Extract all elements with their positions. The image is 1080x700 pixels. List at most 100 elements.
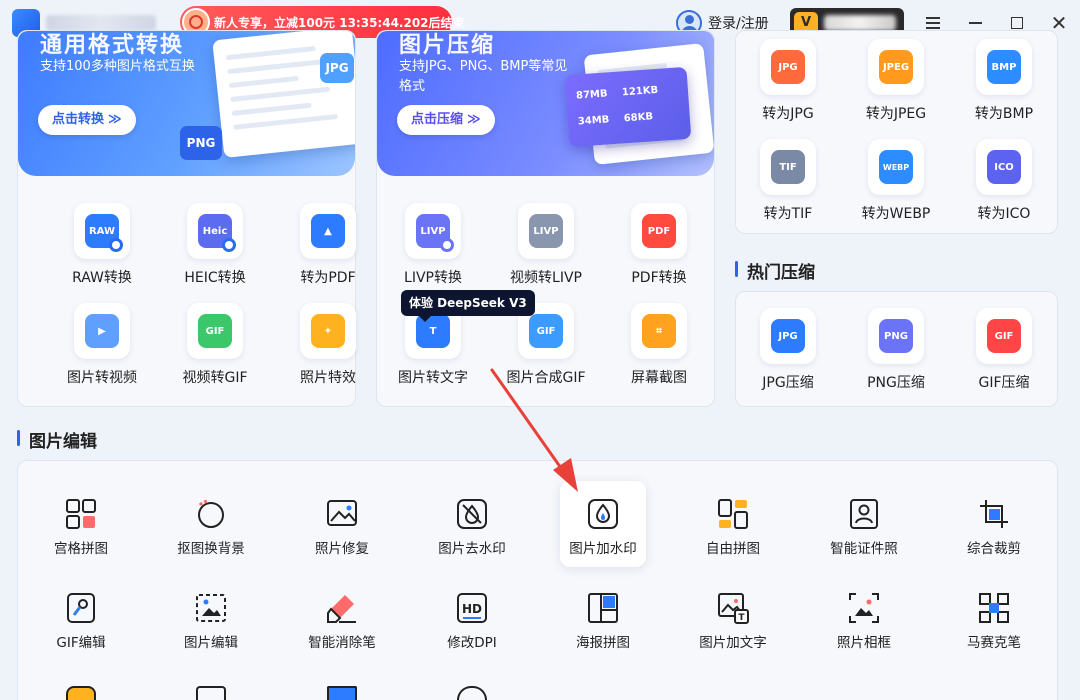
tool-label: GIF编辑 [56, 635, 106, 651]
tool-video-to-livp[interactable]: LIVP 视频转LIVP [490, 203, 602, 287]
tool-photo-effects[interactable]: ✦ 照片特效 [272, 303, 384, 387]
bmp-file-icon: BMP [976, 39, 1032, 95]
stat-value: 121KB [621, 84, 659, 99]
tool-label: GIF压缩 [978, 375, 1030, 391]
tool-label: 图片转视频 [67, 370, 137, 386]
image-edit-icon [194, 591, 228, 625]
pdf-convert-icon: PDF [631, 203, 687, 259]
tool-label: 宫格拼图 [54, 541, 108, 557]
compress-now-label: 点击压缩 [411, 112, 464, 127]
tool-to-webp[interactable]: WEBP 转为WEBP [840, 139, 952, 223]
tool-cutout-background[interactable]: 抠图换背景 [149, 497, 273, 557]
png-compress-icon: PNG [868, 308, 924, 364]
tool-label: 照片修复 [315, 541, 369, 557]
convert-to-panel: JPG 转为JPG JPEG 转为JPEG BMP 转为BMP TIF 转为TI… [735, 30, 1058, 234]
row3-icon-2[interactable] [196, 686, 226, 700]
banner-title: 图片压缩 [399, 33, 496, 58]
tool-jpg-compress[interactable]: JPG JPG压缩 [732, 308, 844, 392]
tool-gif-compress[interactable]: GIF GIF压缩 [948, 308, 1060, 392]
tool-mosaic-pen[interactable]: 马赛克笔 [932, 591, 1056, 651]
tool-to-pdf[interactable]: ▲ 转为PDF [272, 203, 384, 287]
dpi-icon: HD [455, 591, 489, 625]
tool-heic-convert[interactable]: Heic HEIC转换 [159, 203, 271, 287]
poster-collage-icon [586, 591, 620, 625]
stat-value: 68KB [623, 111, 654, 125]
tool-gif-edit[interactable]: GIF编辑 [19, 591, 143, 651]
tool-raw-convert[interactable]: RAW RAW转换 [46, 203, 158, 287]
hot-compress-panel: JPG JPG压缩 PNG PNG压缩 GIF GIF压缩 [735, 291, 1058, 407]
stat-value: 87MB [575, 88, 608, 102]
tool-add-watermark[interactable]: 图片加水印 [541, 497, 665, 557]
vip-text-blurred [824, 15, 896, 31]
tool-to-jpeg[interactable]: JPEG 转为JPEG [840, 39, 952, 123]
tool-to-jpg[interactable]: JPG 转为JPG [732, 39, 844, 123]
tool-label: PDF转换 [631, 270, 687, 286]
tool-label: 智能证件照 [830, 541, 898, 557]
tool-remove-watermark[interactable]: 图片去水印 [410, 497, 534, 557]
tool-grid-collage[interactable]: 宫格拼图 [19, 497, 143, 557]
deepseek-tooltip[interactable]: 体验 DeepSeek V3 [401, 290, 535, 322]
stat-value: 34MB [577, 114, 610, 128]
compress-banner[interactable]: 图片压缩 支持JPG、PNG、BMP等常见格式 点击压缩 ≫ 87MB 121KB… [377, 31, 714, 176]
tool-label: 修改DPI [447, 635, 497, 651]
tool-free-collage[interactable]: 自由拼图 [671, 497, 795, 557]
tool-modify-dpi[interactable]: HD 修改DPI [410, 591, 534, 651]
promo-text: 新人专享，立减100元 13:35:44.202后结束 [214, 15, 465, 30]
add-text-icon: T [716, 591, 750, 625]
compress-stats-card: 87MB 121KB 34MB 68KB [564, 66, 692, 148]
tool-label: 马赛克笔 [967, 635, 1021, 651]
grid-collage-icon [64, 497, 98, 531]
gif-compress-icon: GIF [976, 308, 1032, 364]
jpg-tag: JPG [320, 53, 354, 83]
svg-text:T: T [738, 613, 745, 623]
crop-icon [977, 497, 1011, 531]
tif-file-icon: TIF [760, 139, 816, 195]
format-banner[interactable]: 通用格式转换 支持100多种图片格式互换 点击转换 ≫ JPG PNG [18, 31, 355, 176]
tool-label: 图片去水印 [438, 541, 506, 557]
tool-image-edit[interactable]: 图片编辑 [149, 591, 273, 651]
photo-effects-icon: ✦ [300, 303, 356, 359]
tool-label: 自由拼图 [706, 541, 760, 557]
image-edit-panel [17, 460, 1058, 700]
tool-label: 照片相框 [837, 635, 891, 651]
row3-icon-3[interactable] [327, 686, 357, 700]
tool-to-tif[interactable]: TIF 转为TIF [732, 139, 844, 223]
tool-png-compress[interactable]: PNG PNG压缩 [840, 308, 952, 392]
tool-label: 视频转LIVP [510, 270, 582, 286]
svg-text:HD: HD [462, 602, 482, 616]
raw-icon: RAW [74, 203, 130, 259]
tool-label: 转为JPEG [865, 106, 927, 122]
convert-now-button[interactable]: 点击转换 ≫ [38, 105, 136, 135]
tool-photo-frame[interactable]: 照片相框 [802, 591, 926, 651]
tool-image-to-video[interactable]: ▶ 图片转视频 [46, 303, 158, 387]
tool-crop[interactable]: 综合裁剪 [932, 497, 1056, 557]
tool-label: 图片转文字 [398, 370, 468, 386]
jpeg-file-icon: JPEG [868, 39, 924, 95]
tool-label: 转为JPG [762, 106, 814, 122]
tool-label: 转为PDF [300, 270, 356, 286]
tool-pdf-convert[interactable]: PDF PDF转换 [603, 203, 715, 287]
row3-icon-1[interactable] [66, 686, 96, 700]
tool-label: 转为ICO [977, 206, 1031, 222]
mosaic-icon [977, 591, 1011, 625]
remove-watermark-icon [455, 497, 489, 531]
tool-label: 照片特效 [300, 370, 356, 386]
tool-to-bmp[interactable]: BMP 转为BMP [948, 39, 1060, 123]
compress-now-button[interactable]: 点击压缩 ≫ [397, 105, 495, 135]
tool-to-ico[interactable]: ICO 转为ICO [948, 139, 1060, 223]
tool-label: 图片编辑 [184, 635, 238, 651]
tool-smart-eraser[interactable]: 智能消除笔 [280, 591, 404, 651]
banner-desc: 支持JPG、PNG、BMP等常见格式 [399, 59, 568, 94]
tool-label: 智能消除笔 [308, 635, 376, 651]
convert-now-label: 点击转换 [52, 112, 105, 127]
tool-video-to-gif[interactable]: GIF 视频转GIF [159, 303, 271, 387]
hot-compress-title: 热门压缩 [735, 258, 815, 283]
double-chevron-icon: ≫ [467, 112, 481, 127]
tool-screenshot[interactable]: ⌗ 屏幕截图 [603, 303, 715, 387]
tool-livp-convert[interactable]: LIVP LIVP转换 [377, 203, 489, 287]
tool-poster-collage[interactable]: 海报拼图 [541, 591, 665, 651]
tool-id-photo[interactable]: 智能证件照 [802, 497, 926, 557]
tool-photo-repair[interactable]: 照片修复 [280, 497, 404, 557]
tool-add-text[interactable]: T 图片加文字 [671, 591, 795, 651]
tool-label: PNG压缩 [867, 375, 925, 391]
